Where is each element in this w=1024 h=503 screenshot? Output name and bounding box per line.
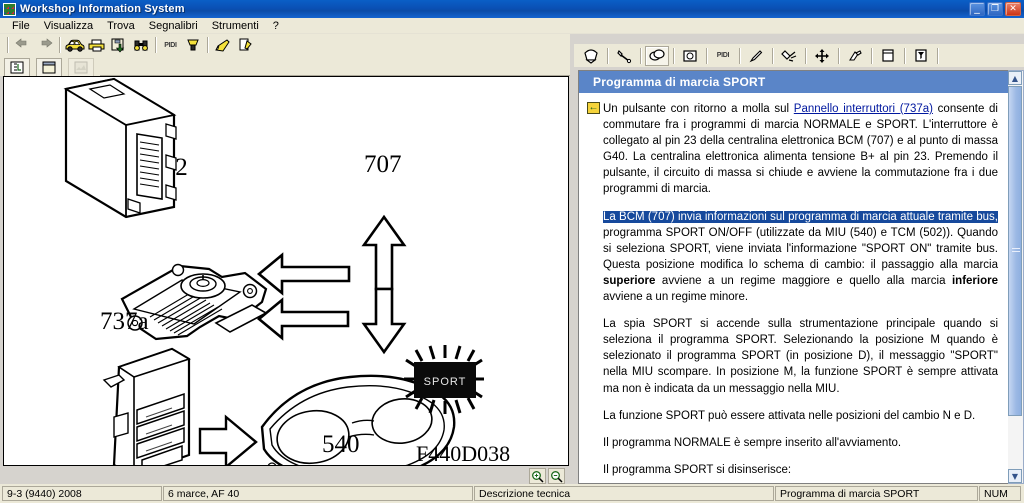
wrench-icon[interactable] <box>612 46 636 66</box>
toolbar-separator <box>673 47 675 64</box>
toolbar-separator <box>838 47 840 64</box>
diagram-label-540: 540 <box>322 431 360 458</box>
pidi-label: PIDI <box>716 52 730 59</box>
window-buttons: _ ❐ ✕ <box>969 2 1024 16</box>
status-topic: Programma di marcia SPORT <box>775 486 978 501</box>
binoculars-icon[interactable] <box>130 36 151 55</box>
diagram-label-707: 707 <box>364 151 402 178</box>
document-scrollbar[interactable]: ▲ ▼ <box>1008 70 1024 484</box>
save-icon[interactable] <box>108 36 129 55</box>
move-icon[interactable] <box>810 46 834 66</box>
component-diagram: 502 <box>4 77 568 465</box>
para1-run0: Un pulsante con ritorno a molla sul <box>603 103 794 115</box>
toolbar-separator <box>772 47 774 64</box>
scrollbar-thumb[interactable] <box>1008 86 1022 416</box>
brush-icon[interactable] <box>744 46 768 66</box>
toolbar-separator <box>640 47 642 64</box>
return-arrow-icon[interactable] <box>587 102 600 114</box>
menu-item-file[interactable]: File <box>5 20 37 32</box>
print-icon[interactable] <box>86 36 107 55</box>
status-num: NUM <box>979 486 1021 501</box>
para2-run5: avviene a un regime minore. <box>603 291 749 304</box>
right-toolbar: PIDI <box>574 44 1024 67</box>
vehicle-icon[interactable] <box>64 36 85 55</box>
title-bar: Workshop Information System _ ❐ ✕ <box>0 0 1024 18</box>
note-icon[interactable] <box>234 36 255 55</box>
hand-icon[interactable] <box>843 46 867 66</box>
left-toolbar: PIDI <box>0 34 570 56</box>
tab-image[interactable] <box>68 58 94 76</box>
status-section: Descrizione tecnica <box>474 486 774 501</box>
scroll-up-button[interactable]: ▲ <box>1008 71 1022 85</box>
paragraph-6: Il programma SPORT si disinserisce: <box>603 463 792 476</box>
paragraph-4: La funzione SPORT può essere attivata ne… <box>603 409 976 422</box>
app-icon <box>3 2 16 16</box>
paragraph-3: La spia SPORT si accende sulla strumenta… <box>603 318 998 395</box>
maximize-button[interactable]: ❐ <box>987 2 1003 16</box>
application-window: Workshop Information System _ ❐ ✕ File V… <box>0 0 1024 503</box>
toolbar-separator <box>904 47 906 64</box>
scroll-down-button[interactable]: ▼ <box>1008 469 1022 483</box>
connector-icon[interactable] <box>777 46 801 66</box>
minimize-button[interactable]: _ <box>969 2 985 16</box>
menu-bar: File Visualizza Trova Segnalibri Strumen… <box>0 18 1024 34</box>
toolbar-separator <box>207 37 209 53</box>
back-icon[interactable] <box>12 36 33 55</box>
toolbar-separator <box>871 47 873 64</box>
status-model: 9-3 (9440) 2008 <box>2 486 162 501</box>
menu-item-trova[interactable]: Trova <box>100 20 142 32</box>
toolbar-separator <box>59 37 61 53</box>
status-bar: 9-3 (9440) 2008 6 marce, AF 40 Descrizio… <box>0 484 1024 503</box>
para2-run3: avviene a un regime maggiore e quello al… <box>655 274 952 287</box>
para2-run1: programma SPORT ON/OFF (utilizzate da MI… <box>603 226 998 271</box>
highlighted-text: La BCM (707) invia informazioni sul prog… <box>603 210 998 223</box>
pidi-icon[interactable]: PIDI <box>711 46 735 66</box>
document-title: Programma di marcia SPORT <box>579 71 1008 93</box>
zoom-in-button[interactable] <box>529 468 546 484</box>
gearbox-icon[interactable] <box>678 46 702 66</box>
zoom-controls <box>3 467 569 485</box>
forward-icon[interactable] <box>34 36 55 55</box>
diagram-figure-id: F440D038 <box>416 441 510 465</box>
tab-document[interactable] <box>36 58 62 76</box>
lamp-icon[interactable] <box>182 36 203 55</box>
toolbar-separator <box>739 47 741 64</box>
close-button[interactable]: ✕ <box>1005 2 1021 16</box>
sport-indicator-text: SPORT <box>424 376 467 388</box>
print-page-icon[interactable] <box>876 46 900 66</box>
toolbar-separator <box>607 47 609 64</box>
document-pane[interactable]: Programma di marcia SPORT Un pulsante co… <box>578 70 1008 484</box>
toolbar-separator <box>706 47 708 64</box>
pidi-icon[interactable]: PIDI <box>160 36 181 55</box>
toolbar-separator <box>937 47 939 64</box>
menu-item-help[interactable]: ? <box>266 20 286 32</box>
toolbar-separator <box>7 37 9 53</box>
diagram-label-737a: 737a <box>100 308 149 335</box>
link-pannello-interruttori[interactable]: Pannello interruttori (737a) <box>794 103 933 115</box>
menu-item-segnalibri[interactable]: Segnalibri <box>142 20 205 32</box>
para2-bold-inferiore: inferiore <box>951 274 998 287</box>
zoom-out-button[interactable] <box>548 468 565 484</box>
document-body: Un pulsante con ritorno a molla sul Pann… <box>579 93 1008 483</box>
left-tab-strip <box>0 56 570 76</box>
paragraph-5: Il programma NORMALE è sempre inserito a… <box>603 436 902 449</box>
toolbar-separator <box>805 47 807 64</box>
tab-tree[interactable] <box>4 58 30 76</box>
helmet-icon[interactable] <box>579 46 603 66</box>
menu-item-strumenti[interactable]: Strumenti <box>205 20 266 32</box>
tools-icon[interactable] <box>645 45 669 66</box>
diagram-pane[interactable]: 502 <box>3 76 569 466</box>
status-gearbox: 6 marce, AF 40 <box>163 486 473 501</box>
highlighter-icon[interactable] <box>212 36 233 55</box>
paragraph-1: Un pulsante con ritorno a molla sul Pann… <box>587 101 998 198</box>
para1-run2: consente di commutare fra i programmi di… <box>603 103 998 196</box>
window-title: Workshop Information System <box>20 3 185 15</box>
menu-item-visualizza[interactable]: Visualizza <box>37 20 100 32</box>
filter-icon[interactable] <box>909 46 933 66</box>
toolbar-separator <box>155 37 157 53</box>
scrollbar-grip <box>1012 248 1020 254</box>
paragraph-2: La BCM (707) invia informazioni sul prog… <box>587 209 998 306</box>
para2-bold-superiore: superiore <box>603 274 656 287</box>
